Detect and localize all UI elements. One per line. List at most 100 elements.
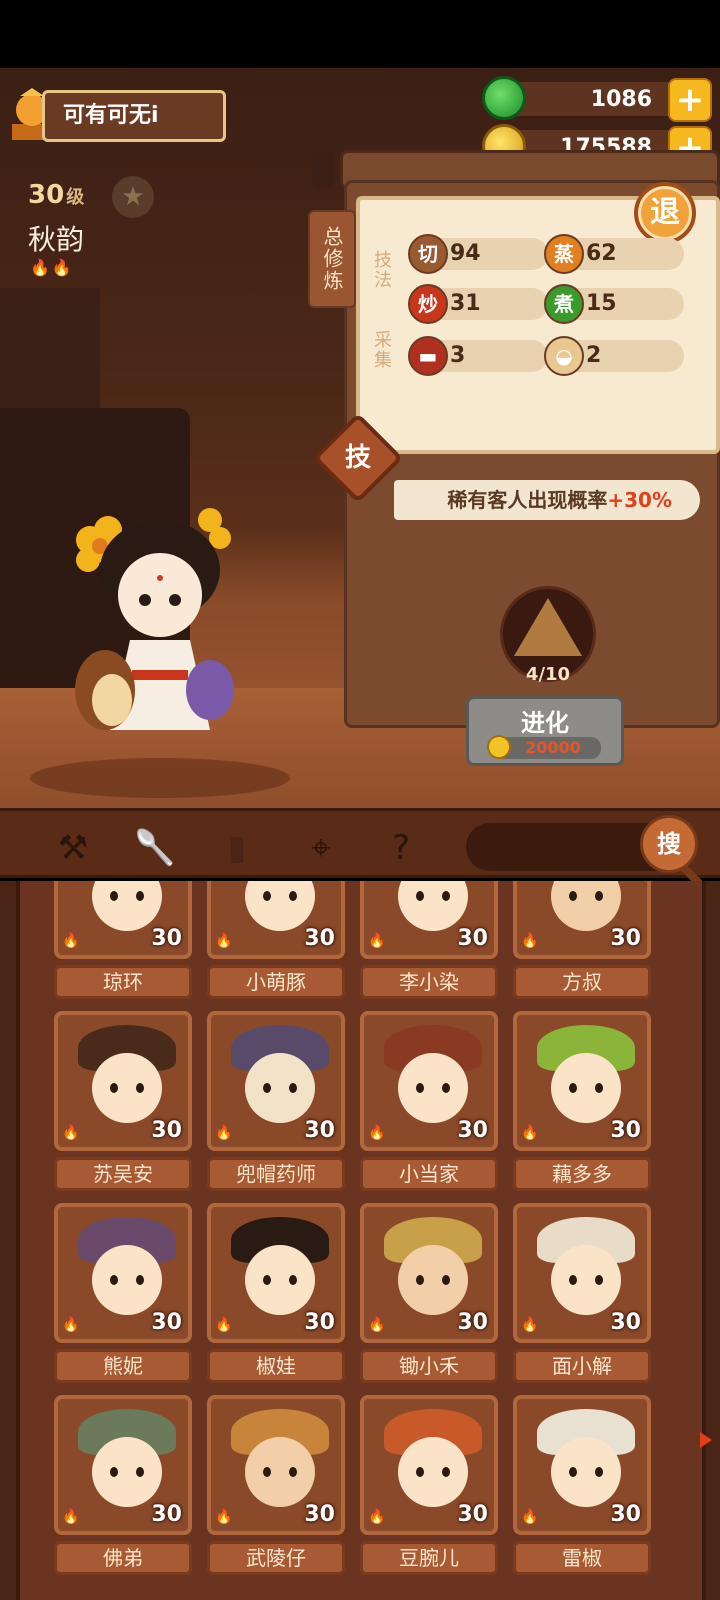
gold-coin-icon — [487, 735, 511, 759]
player-name: 可有可无i — [42, 90, 226, 142]
eye — [416, 1467, 424, 1477]
character-card[interactable]: 🔥 30 椒娃 — [207, 1203, 345, 1383]
skill-value: 31 — [450, 291, 481, 316]
character-card[interactable]: 🔥 30 方叔 — [513, 881, 651, 999]
card-level: 30 — [304, 1502, 335, 1527]
cabinet-shadow — [0, 288, 100, 428]
character-grid: 🔥 30 琼环 🔥 30 小萌豚 🔥 30 李小染 🔥 30 方叔 🔥 30 苏吴安 🔥 30 兜帽药师 🔥 30 小当… — [0, 881, 720, 1600]
card-name: 佛弟 — [54, 1541, 192, 1575]
face — [398, 1053, 468, 1123]
map-question-icon[interactable]: ? — [378, 825, 424, 871]
evolve-button[interactable]: 进化 20000 — [466, 696, 624, 766]
meat-icon: ▬ — [408, 336, 448, 376]
character-card[interactable]: 🔥 30 武陵仔 — [207, 1395, 345, 1575]
card-level: 30 — [457, 1118, 488, 1143]
character-portrait: 🔥 30 — [360, 881, 498, 959]
character-card[interactable]: 🔥 30 熊妮 — [54, 1203, 192, 1383]
character-portrait: 🔥 30 — [54, 1011, 192, 1151]
cut-icon: 切 — [408, 234, 448, 274]
character-portrait: 🔥 30 — [360, 1203, 498, 1343]
character-figure[interactable] — [60, 500, 260, 750]
eye — [595, 891, 603, 901]
location-icon[interactable]: ⌖ — [298, 825, 344, 871]
card-name: 兜帽药师 — [207, 1157, 345, 1191]
scroll-arrow-icon[interactable] — [700, 1432, 712, 1448]
character-card[interactable]: 🔥 30 锄小禾 — [360, 1203, 498, 1383]
card-level: 30 — [151, 1502, 182, 1527]
character-card[interactable]: 🔥 30 面小解 — [513, 1203, 651, 1383]
card-name: 小萌豚 — [207, 965, 345, 999]
jar-icon[interactable]: ▮ — [214, 825, 260, 871]
eye — [569, 1275, 577, 1285]
star-icon[interactable]: ★ — [112, 176, 154, 218]
eye — [442, 891, 450, 901]
character-card[interactable]: 🔥 30 小当家 — [360, 1011, 498, 1191]
flame-icon: 🔥 — [62, 1509, 80, 1525]
face — [245, 1245, 315, 1315]
rare-text: 稀有客人出现概率 — [447, 488, 608, 512]
character-card[interactable]: 🔥 30 小萌豚 — [207, 881, 345, 999]
skill-value: 62 — [586, 241, 617, 266]
flame-icon: 🔥 — [521, 933, 539, 949]
scoop-icon[interactable]: 🥄 — [132, 825, 178, 871]
character-card[interactable]: 🔥 30 雷椒 — [513, 1395, 651, 1575]
steam-icon: 蒸 — [544, 234, 584, 274]
shovel-icon[interactable]: ⚒ — [50, 825, 96, 871]
skill-fry: 炒 31 — [408, 284, 548, 324]
card-level: 30 — [151, 1118, 182, 1143]
bun-icon: ◒ — [544, 336, 584, 376]
rare-percent: +30% — [607, 488, 672, 512]
eye — [110, 1275, 118, 1285]
face — [245, 1437, 315, 1507]
eye — [569, 891, 577, 901]
character-card[interactable]: 🔥 30 藕多多 — [513, 1011, 651, 1191]
card-level: 30 — [457, 926, 488, 951]
character-card[interactable]: 🔥 30 豆腕儿 — [360, 1395, 498, 1575]
eye — [110, 1467, 118, 1477]
boil-icon: 煮 — [544, 284, 584, 324]
gather-label: 采集 — [371, 330, 392, 370]
eye — [136, 1275, 144, 1285]
flame-icon: 🔥 — [521, 1509, 539, 1525]
character-card[interactable]: 🔥 30 兜帽药师 — [207, 1011, 345, 1191]
eye — [595, 1467, 603, 1477]
face — [551, 881, 621, 931]
skill-boil: 煮 15 — [544, 284, 684, 324]
card-name: 熊妮 — [54, 1349, 192, 1383]
card-name: 藕多多 — [513, 1157, 651, 1191]
panel-knob — [312, 152, 334, 188]
character-card[interactable]: 🔥 30 李小染 — [360, 881, 498, 999]
face — [551, 1437, 621, 1507]
total-training-tag[interactable]: 总修炼 — [308, 210, 356, 308]
character-level: 30 级 — [28, 180, 84, 210]
face — [245, 881, 315, 931]
face — [398, 881, 468, 931]
search-button[interactable]: 搜 — [640, 815, 698, 873]
character-portrait: 🔥 30 — [207, 1395, 345, 1535]
character-shadow — [30, 758, 290, 798]
flame-icons: 🔥🔥 — [30, 258, 74, 277]
gather-meat: ▬ 3 — [408, 336, 548, 376]
card-name: 豆腕儿 — [360, 1541, 498, 1575]
player-name-plate[interactable]: 可有可无i — [4, 86, 226, 144]
face — [245, 1053, 315, 1123]
character-card[interactable]: 🔥 30 苏吴安 — [54, 1011, 192, 1191]
skill-button-label[interactable]: 技 — [326, 426, 390, 490]
flame-icon: 🔥 — [368, 933, 386, 949]
eye — [416, 1083, 424, 1093]
flame-icon: 🔥 — [215, 1125, 233, 1141]
character-card[interactable]: 🔥 30 琼环 — [54, 881, 192, 999]
character-card[interactable]: 🔥 30 佛弟 — [54, 1395, 192, 1575]
retreat-button[interactable]: 退 — [634, 182, 696, 244]
add-jade-button[interactable]: + — [668, 78, 712, 122]
level-unit: 级 — [66, 187, 85, 208]
card-name: 椒娃 — [207, 1349, 345, 1383]
eye — [569, 1467, 577, 1477]
eye — [289, 1467, 297, 1477]
gather-value: 2 — [586, 343, 602, 368]
eye — [263, 1275, 271, 1285]
level-value: 30 — [28, 180, 65, 210]
eye — [416, 1275, 424, 1285]
card-name: 武陵仔 — [207, 1541, 345, 1575]
card-name: 小当家 — [360, 1157, 498, 1191]
